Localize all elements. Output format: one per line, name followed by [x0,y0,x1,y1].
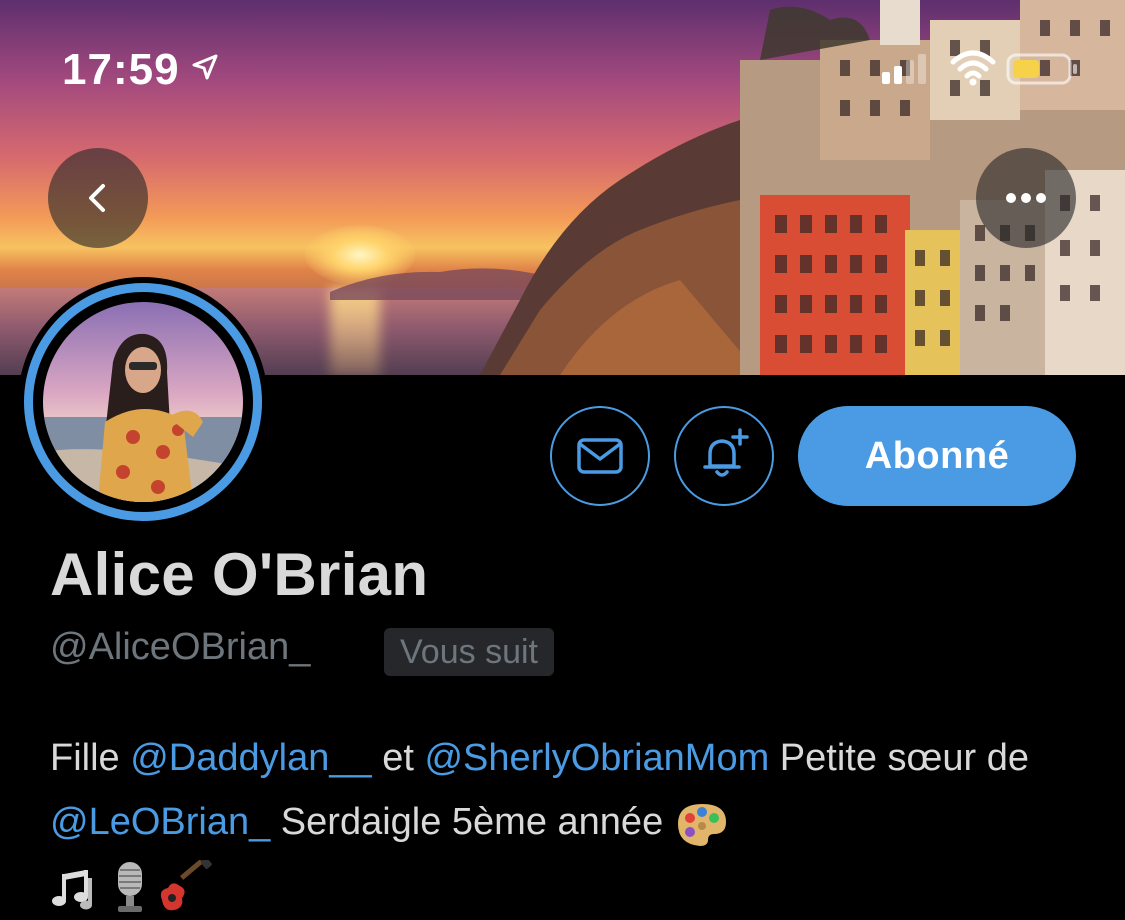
bio-text: Serdaigle 5ème année [270,801,674,843]
username-handle: @AliceOBrian_ [50,626,311,668]
following-button[interactable]: Abonné [798,406,1076,506]
status-time: 17:59 [62,45,180,94]
guitar-emoji [160,859,212,911]
bio-text: Petite sœur de [769,737,1030,779]
follows-you-badge: Vous suit [384,628,554,676]
bell-plus-icon [703,428,749,477]
back-button[interactable] [48,148,148,248]
bio-text: Fille [50,737,131,779]
more-horizontal-icon [1006,193,1046,203]
bio-mention-link[interactable]: @Daddylan__ [130,737,371,779]
avatar-photo [43,302,243,502]
notifications-button[interactable] [674,406,774,506]
bio-text: et [371,737,425,779]
display-name: Alice O'Brian [50,541,429,608]
wifi-icon [950,50,996,86]
profile-avatar[interactable] [18,277,268,527]
avatar-story-ring [24,283,262,521]
microphone-emoji [118,861,142,912]
message-button[interactable] [550,406,650,506]
bio-mention-link[interactable]: @LeOBrian_ [50,801,270,843]
bio-mention-link[interactable]: @SherlyObrianMom [424,737,769,779]
more-options-button[interactable] [976,148,1076,248]
palette-emoji [677,803,726,846]
battery-icon [1006,53,1077,85]
profile-bio: Fille @Daddylan__ et @SherlyObrianMom Pe… [50,726,1060,918]
envelope-icon [577,438,623,474]
cellular-signal-icon [882,54,926,84]
musical-notes-emoji [52,869,92,910]
chevron-left-icon [89,184,105,212]
location-arrow-icon [192,54,218,80]
